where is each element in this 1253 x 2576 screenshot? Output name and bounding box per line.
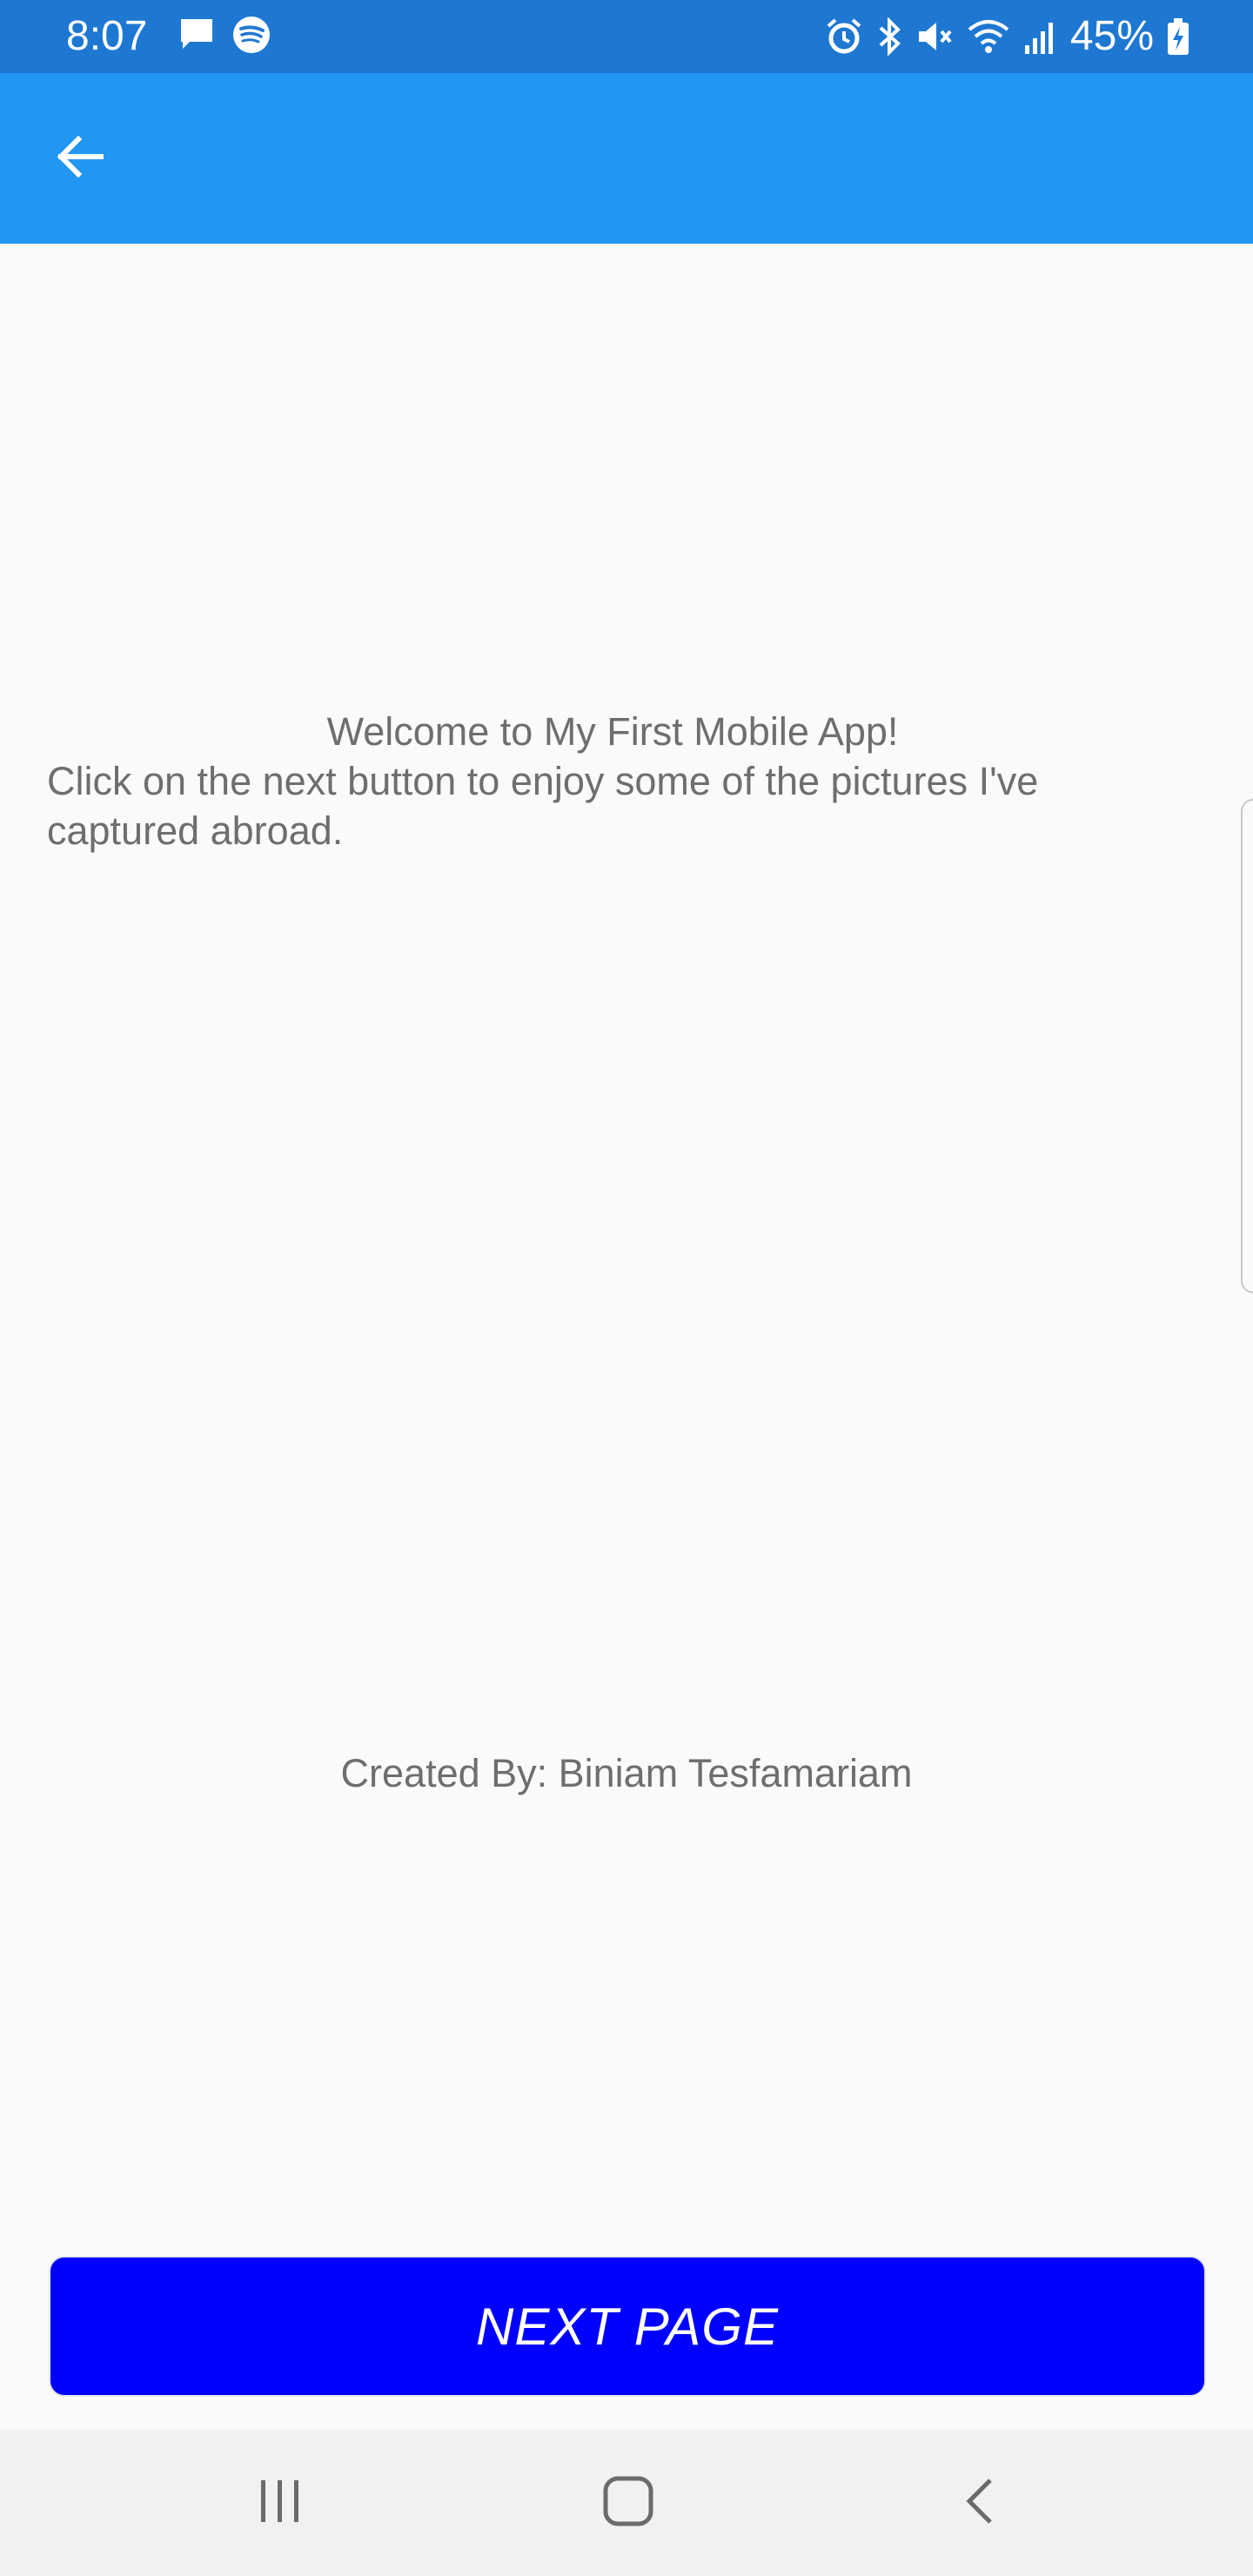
back-icon — [959, 2475, 1001, 2532]
welcome-text: Welcome to My First Mobile App! Click on… — [47, 707, 1178, 855]
alarm-icon — [825, 17, 863, 56]
arrow-left-icon — [52, 129, 108, 189]
credit-text: Created By: Biniam Tesfamariam — [340, 1751, 913, 1795]
battery-charging-icon — [1166, 17, 1190, 57]
app-bar — [0, 73, 1253, 244]
message-icon — [178, 16, 216, 58]
wifi-icon — [966, 17, 1011, 56]
welcome-body: Click on the next button to enjoy some o… — [47, 759, 1039, 853]
spotify-icon — [231, 15, 271, 59]
app-screen: 8:07 45% Welcome to My First Mobile App!… — [0, 0, 1253, 2576]
back-button[interactable] — [35, 113, 125, 204]
nav-back-button[interactable] — [936, 2459, 1023, 2546]
bluetooth-icon — [875, 17, 903, 56]
signal-icon — [1023, 17, 1058, 56]
welcome-title: Welcome to My First Mobile App! — [47, 707, 1178, 756]
system-nav-bar — [0, 2430, 1253, 2576]
status-time: 8:07 — [66, 13, 148, 59]
home-button[interactable] — [585, 2459, 672, 2546]
status-bar: 8:07 45% — [0, 0, 1253, 73]
recent-apps-icon — [254, 2477, 306, 2530]
next-page-button[interactable]: NEXT PAGE — [49, 2256, 1206, 2397]
next-page-button-label: NEXT PAGE — [476, 2297, 779, 2356]
welcome-title-text: Welcome to My First Mobile App! — [326, 709, 899, 754]
status-right-icons: 45% — [825, 10, 1190, 63]
status-left-icons — [178, 16, 271, 57]
battery-percent: 45% — [1069, 13, 1154, 59]
recent-apps-button[interactable] — [237, 2459, 324, 2546]
home-icon — [602, 2475, 654, 2532]
mute-icon — [915, 17, 954, 56]
edge-panel-handle[interactable] — [1241, 799, 1253, 1293]
